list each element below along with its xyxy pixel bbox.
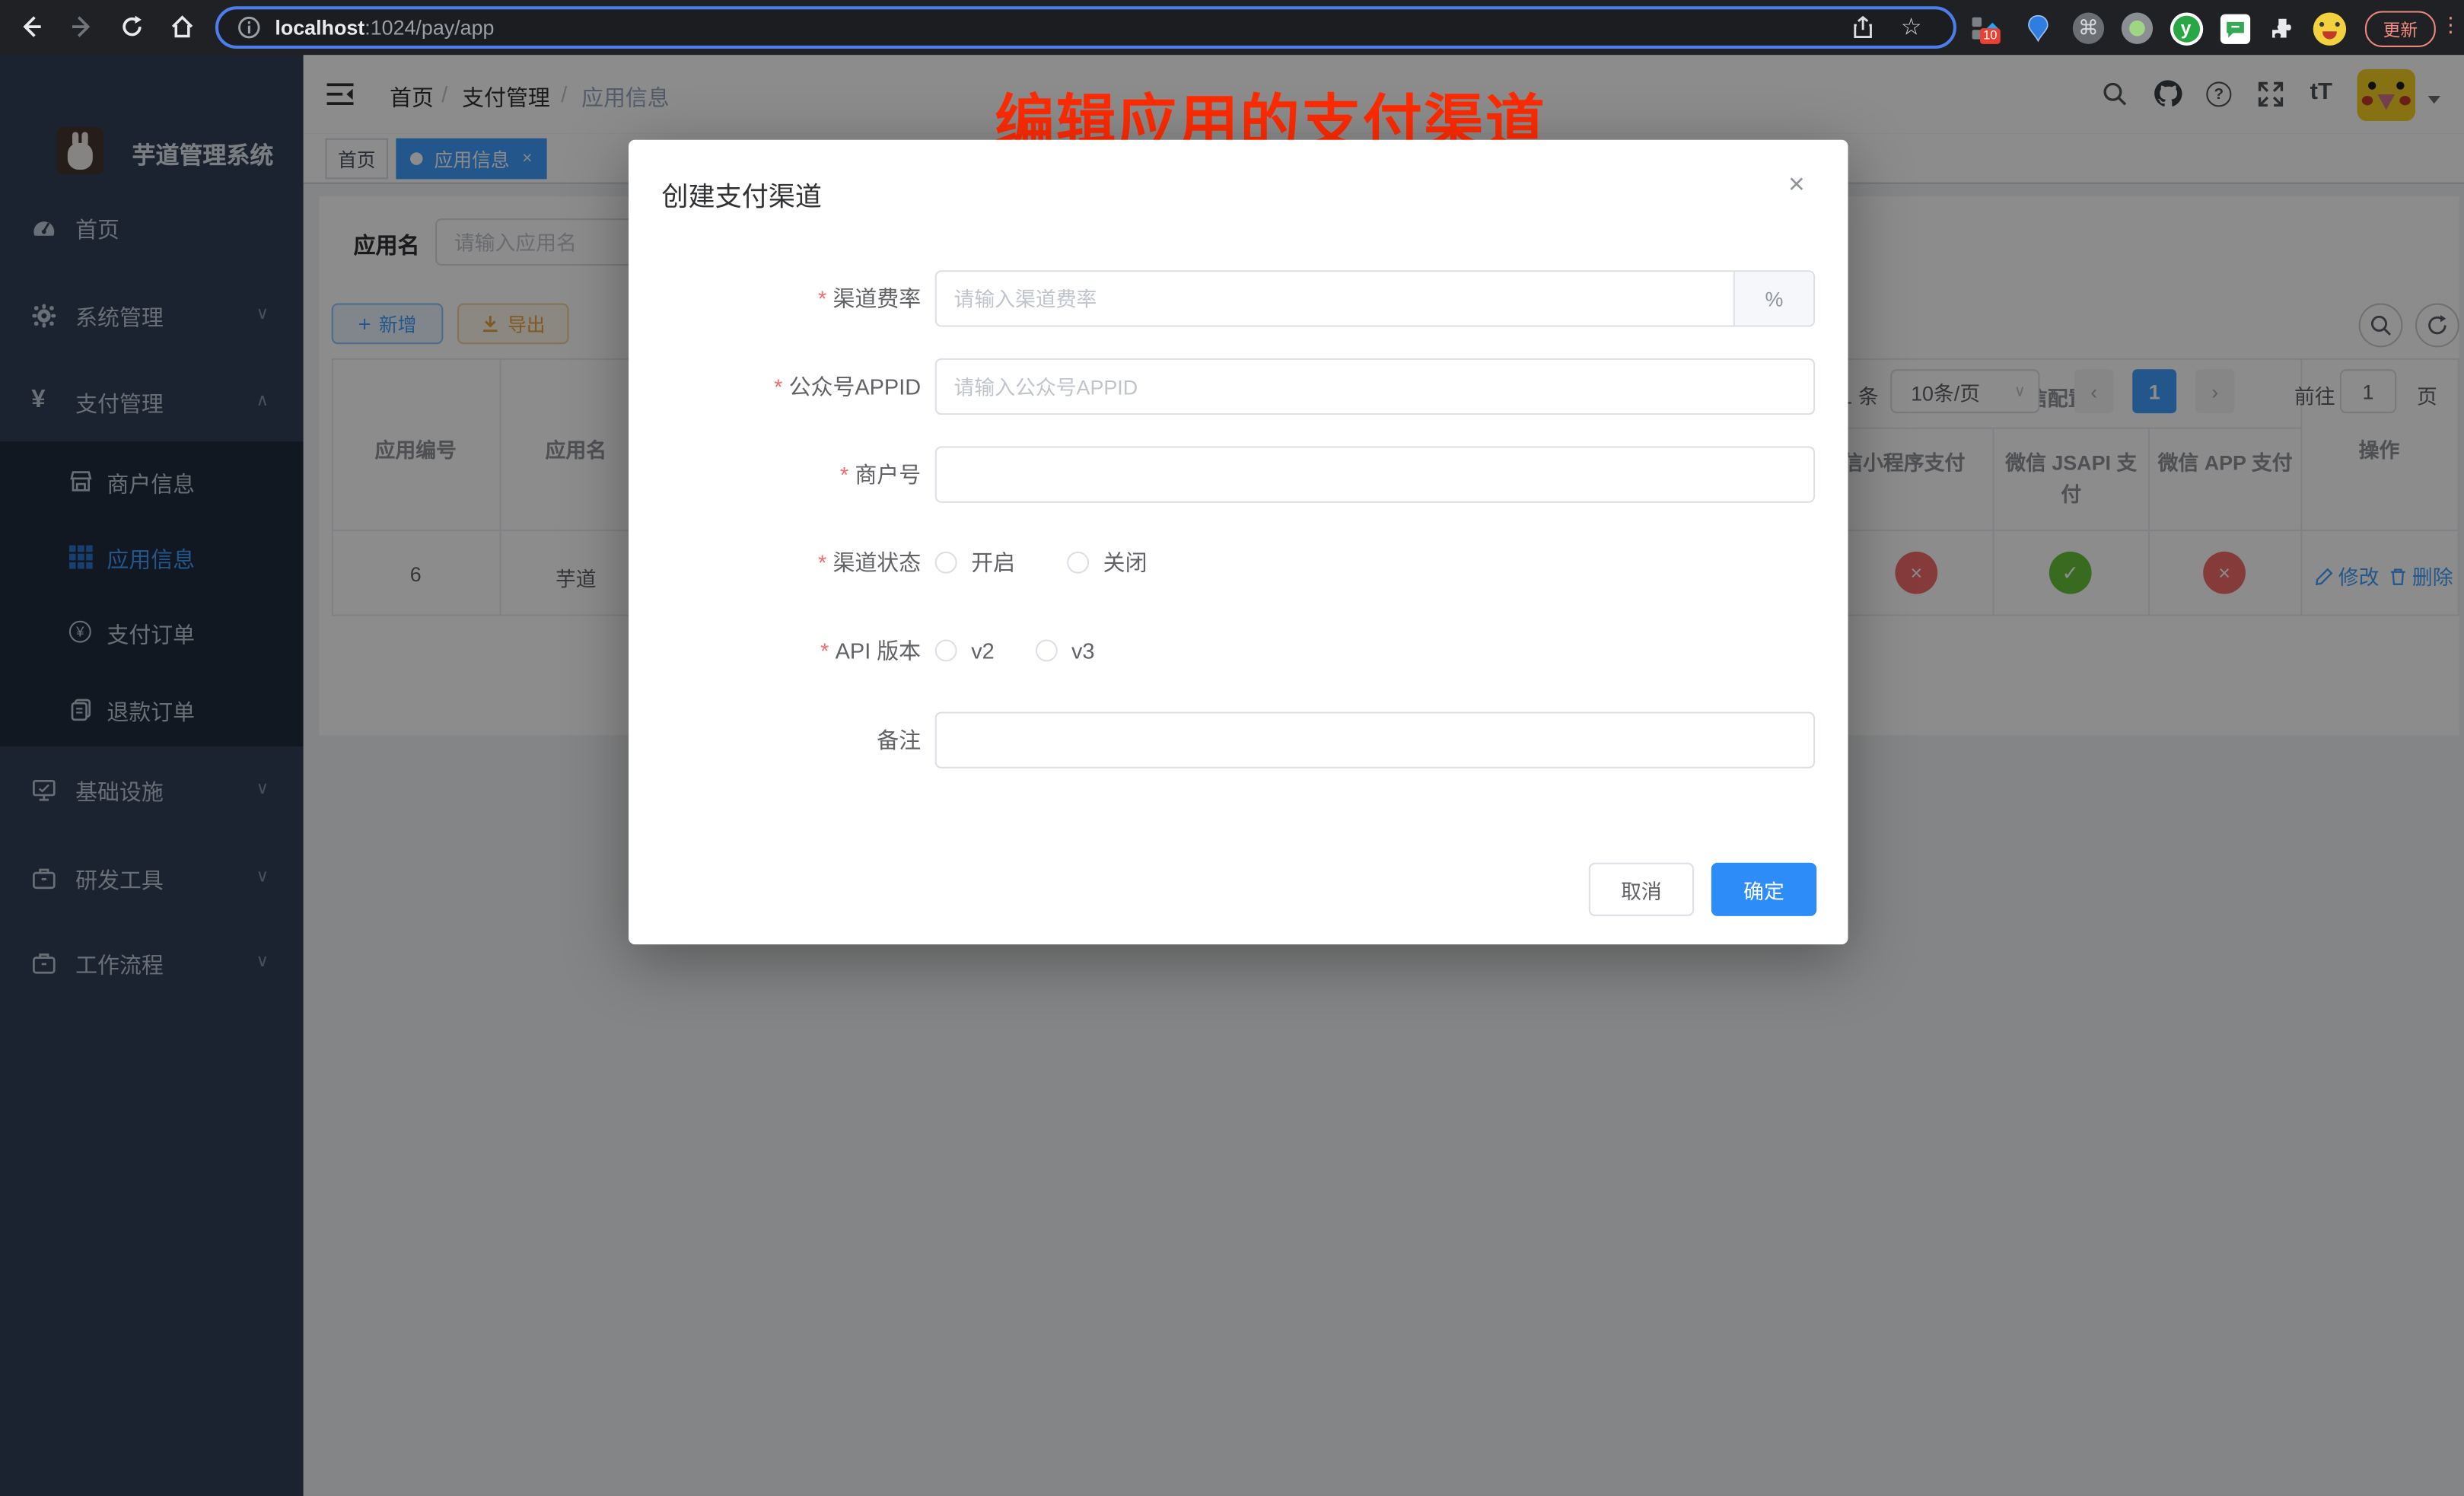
- update-label: 更新: [2383, 17, 2418, 42]
- browser-home-icon[interactable]: [164, 8, 202, 46]
- required-mark: *: [840, 462, 848, 487]
- radio-v2-label[interactable]: v2: [971, 638, 995, 663]
- form-row-remark: 备注: [629, 711, 1848, 768]
- api-version-label-text: API 版本: [836, 638, 921, 663]
- ext-command-icon[interactable]: ⌘: [2071, 11, 2106, 45]
- bookmark-star-icon[interactable]: ☆: [1901, 13, 1922, 41]
- confirm-button[interactable]: 确定: [1711, 863, 1816, 916]
- remark-input-wrap: [935, 711, 1815, 768]
- appid-input-wrap: [935, 358, 1815, 415]
- merchant-label: * 商户号: [629, 459, 921, 490]
- browser-forward-icon[interactable]: [63, 8, 101, 46]
- remark-label-text: 备注: [877, 727, 921, 753]
- browser-menu-kebab-icon[interactable]: ⋮: [2440, 13, 2461, 38]
- radio-disable[interactable]: [1067, 552, 1089, 574]
- form-row-api-version: * API 版本 v2 v3: [629, 622, 1848, 679]
- form-row-status: *渠道状态 开启 关闭: [629, 534, 1848, 590]
- radio-enable[interactable]: [935, 552, 957, 574]
- radio-v2[interactable]: [935, 639, 957, 661]
- radio-enable-label[interactable]: 开启: [971, 547, 1015, 578]
- url-text: localhost:1024/pay/app: [275, 9, 494, 45]
- share-icon[interactable]: [1851, 16, 1875, 40]
- merchant-input-wrap: [935, 446, 1815, 502]
- percent-suffix: %: [1733, 272, 1813, 325]
- browser-toolbar: localhost:1024/pay/app ☆ 10 ⌘ y: [0, 0, 2464, 55]
- merchant-label-text: 商户号: [855, 462, 921, 487]
- ext-puzzle-icon[interactable]: [2265, 11, 2299, 45]
- browser-update-button[interactable]: 更新: [2365, 11, 2436, 46]
- ext-emoji-icon[interactable]: [2312, 11, 2346, 45]
- api-version-label: * API 版本: [629, 635, 921, 666]
- create-payment-channel-dialog: 创建支付渠道 × *渠道费率 % *公众号APPID *商户号 *渠道状: [629, 140, 1848, 944]
- status-label: *渠道状态: [629, 547, 921, 578]
- form-row-rate: *渠道费率 %: [629, 270, 1848, 326]
- ext-y-icon[interactable]: y: [2169, 11, 2203, 45]
- confirm-label: 确定: [1743, 874, 1784, 904]
- browser-back-icon[interactable]: [13, 8, 51, 46]
- ext-badge: 10: [1980, 28, 2001, 44]
- appid-input[interactable]: [935, 358, 1815, 415]
- radio-disable-label[interactable]: 关闭: [1103, 547, 1148, 578]
- screen: localhost:1024/pay/app ☆ 10 ⌘ y: [0, 0, 2464, 1496]
- cancel-button[interactable]: 取消: [1589, 863, 1694, 916]
- close-icon[interactable]: ×: [1788, 168, 1805, 201]
- ext-tabs-icon[interactable]: 10: [1967, 11, 2001, 45]
- api-radio-group: v2 v3: [935, 638, 1095, 663]
- form-row-merchant: * 商户号: [629, 446, 1848, 502]
- required-mark: *: [820, 638, 829, 663]
- url-path: :1024/pay/app: [365, 16, 494, 40]
- appid-label-text: 公众号APPID: [789, 374, 921, 399]
- rate-input[interactable]: [935, 270, 1815, 326]
- address-bar[interactable]: localhost:1024/pay/app ☆: [215, 6, 1956, 49]
- remark-input[interactable]: [935, 711, 1815, 768]
- form-row-appid: * 公众号APPID: [629, 358, 1848, 415]
- required-mark: *: [818, 286, 826, 311]
- site-info-icon[interactable]: [237, 16, 261, 40]
- merchant-input[interactable]: [935, 446, 1815, 502]
- ext-chat-icon[interactable]: [2217, 11, 2252, 45]
- cancel-label: 取消: [1621, 874, 1662, 904]
- url-host: localhost: [275, 16, 365, 40]
- required-mark: *: [774, 374, 782, 399]
- rate-label: *渠道费率: [629, 283, 921, 314]
- browser-reload-icon[interactable]: [113, 8, 151, 46]
- remark-label: 备注: [629, 724, 921, 756]
- radio-v3[interactable]: [1035, 639, 1057, 661]
- required-mark: *: [818, 550, 826, 575]
- appid-label: * 公众号APPID: [629, 371, 921, 402]
- status-label-text: 渠道状态: [832, 550, 921, 575]
- rate-label-text: 渠道费率: [832, 286, 921, 311]
- ext-record-icon[interactable]: [2120, 11, 2154, 45]
- dialog-title: 创建支付渠道: [661, 174, 822, 214]
- radio-v3-label[interactable]: v3: [1071, 638, 1095, 663]
- rate-input-wrap: %: [935, 270, 1815, 326]
- ext-balloon-icon[interactable]: [2021, 11, 2055, 45]
- status-radio-group: 开启 关闭: [935, 547, 1148, 578]
